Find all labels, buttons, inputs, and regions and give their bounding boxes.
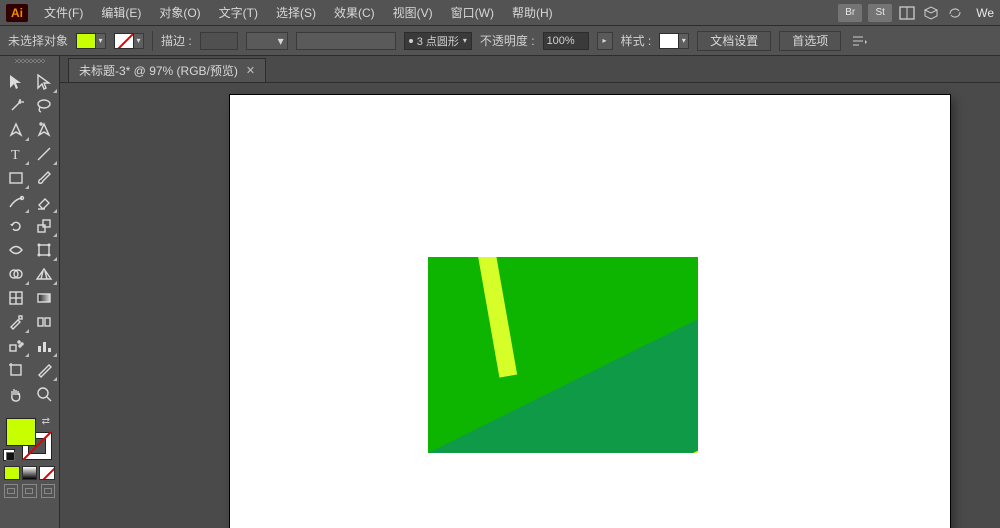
scale-tool[interactable]	[30, 214, 58, 238]
free-transform-tool[interactable]	[30, 238, 58, 262]
brush-profile[interactable]: 3 点圆形▾	[404, 32, 472, 50]
slice-tool[interactable]	[30, 358, 58, 382]
menu-view[interactable]: 视图(V)	[385, 1, 441, 24]
menu-bar: Ai 文件(F) 编辑(E) 对象(O) 文字(T) 选择(S) 效果(C) 视…	[0, 0, 1000, 26]
fill-stroke-controls: ⇄	[0, 416, 59, 464]
fill-swatch[interactable]: ▾	[76, 33, 106, 49]
color-mode-solid[interactable]	[4, 466, 20, 480]
tools-panel: T	[0, 56, 60, 528]
symbol-sprayer-tool[interactable]	[2, 334, 30, 358]
default-fill-stroke-icon[interactable]	[4, 450, 14, 460]
menu-file[interactable]: 文件(F)	[36, 1, 91, 24]
artwork-shape-dark-triangle[interactable]	[428, 319, 698, 453]
perspective-grid-tool[interactable]	[30, 262, 58, 286]
align-flyout-icon[interactable]	[849, 31, 869, 51]
arrange-docs-icon[interactable]	[898, 4, 916, 22]
title-bar-right: Br St We	[838, 4, 994, 22]
screen-mode-row	[0, 482, 59, 500]
direct-selection-tool[interactable]	[30, 70, 58, 94]
column-graph-tool[interactable]	[30, 334, 58, 358]
workspace-menu[interactable]: We	[970, 6, 994, 20]
eraser-tool[interactable]	[30, 190, 58, 214]
sync-icon[interactable]	[946, 4, 964, 22]
lasso-tool[interactable]	[30, 94, 58, 118]
document-tabstrip: 未标题-3* @ 97% (RGB/预览) ✕	[60, 56, 1000, 82]
artwork-group[interactable]	[428, 257, 698, 453]
opacity-field[interactable]: 100%	[543, 32, 589, 50]
menu-type[interactable]: 文字(T)	[211, 1, 266, 24]
mesh-tool[interactable]	[2, 286, 30, 310]
blend-tool[interactable]	[30, 310, 58, 334]
doc-setup-button[interactable]: 文档设置	[697, 31, 771, 51]
selection-tool[interactable]	[2, 70, 30, 94]
tool-dock-grip[interactable]	[0, 56, 59, 66]
stroke-weight-field[interactable]	[200, 32, 238, 50]
document-area: 未标题-3* @ 97% (RGB/预览) ✕	[60, 56, 1000, 528]
stroke-label: 描边 :	[161, 32, 192, 49]
brush-profile-label: 3 点圆形	[417, 33, 459, 49]
zoom-tool[interactable]	[30, 382, 58, 406]
pen-tool[interactable]	[2, 118, 30, 142]
stock-button[interactable]: St	[868, 4, 892, 22]
artboard-tool[interactable]	[2, 358, 30, 382]
shape-builder-tool[interactable]	[2, 262, 30, 286]
screen-mode-normal[interactable]	[4, 484, 18, 498]
curvature-tool[interactable]	[30, 118, 58, 142]
close-tab-icon[interactable]: ✕	[246, 64, 255, 77]
swap-fill-stroke-icon[interactable]: ⇄	[42, 416, 50, 427]
color-mode-gradient[interactable]	[22, 466, 38, 480]
screen-mode-pres[interactable]	[41, 484, 55, 498]
app-logo: Ai	[6, 4, 28, 22]
color-mode-none[interactable]	[39, 466, 55, 480]
fill-color-swatch[interactable]	[6, 418, 36, 446]
tools-grid: T	[0, 66, 59, 410]
document-tab[interactable]: 未标题-3* @ 97% (RGB/预览) ✕	[68, 58, 266, 82]
style-label: 样式 :	[621, 32, 652, 49]
menu-window[interactable]: 窗口(W)	[443, 1, 502, 24]
document-tab-title: 未标题-3* @ 97% (RGB/预览)	[79, 62, 238, 79]
paintbrush-tool[interactable]	[30, 166, 58, 190]
control-bar: 未选择对象 ▾ ▾ 描边 : ▾ 3 点圆形▾ 不透明度 : 100% ▸ 样式…	[0, 26, 1000, 56]
preferences-button[interactable]: 首选项	[779, 31, 841, 51]
width-tool[interactable]	[2, 238, 30, 262]
opacity-label: 不透明度 :	[480, 32, 535, 49]
stroke-weight-dd[interactable]: ▾	[246, 32, 288, 50]
pencil-tool[interactable]	[2, 190, 30, 214]
rectangle-tool[interactable]	[2, 166, 30, 190]
menu-help[interactable]: 帮助(H)	[504, 1, 561, 24]
stroke-profile-dd[interactable]	[296, 32, 396, 50]
menu-select[interactable]: 选择(S)	[268, 1, 324, 24]
canvas[interactable]	[60, 82, 1000, 528]
style-swatch[interactable]: ▾	[659, 33, 689, 49]
menu-object[interactable]: 对象(O)	[151, 1, 208, 24]
opacity-play[interactable]: ▸	[597, 32, 613, 50]
svg-text:T: T	[11, 148, 20, 163]
color-mode-row	[0, 464, 59, 482]
selection-status: 未选择对象	[8, 32, 68, 49]
hand-tool[interactable]	[2, 382, 30, 406]
eyedropper-tool[interactable]	[2, 310, 30, 334]
screen-mode-full[interactable]	[22, 484, 36, 498]
menu-edit[interactable]: 编辑(E)	[93, 1, 149, 24]
gradient-tool[interactable]	[30, 286, 58, 310]
rotate-tool[interactable]	[2, 214, 30, 238]
gpu-icon[interactable]	[922, 4, 940, 22]
magic-wand-tool[interactable]	[2, 94, 30, 118]
menu-effect[interactable]: 效果(C)	[326, 1, 383, 24]
line-segment-tool[interactable]	[30, 142, 58, 166]
stroke-swatch[interactable]: ▾	[114, 33, 144, 49]
bridge-button[interactable]: Br	[838, 4, 862, 22]
type-tool[interactable]: T	[2, 142, 30, 166]
